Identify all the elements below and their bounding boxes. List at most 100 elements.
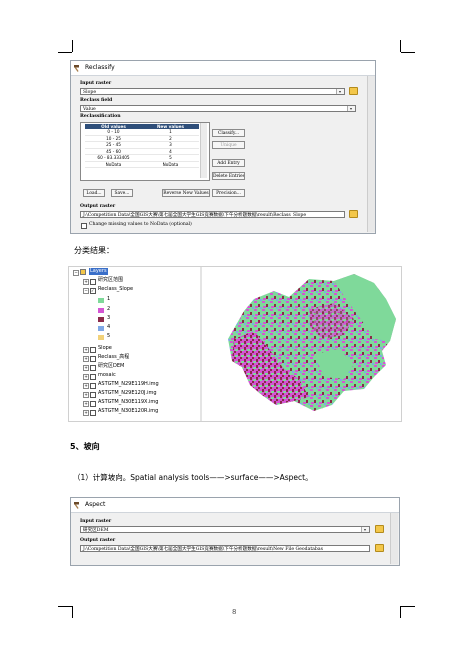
section-heading: 5、坡向 <box>70 442 100 451</box>
legend-swatch <box>98 326 104 331</box>
load-button[interactable]: Load... <box>83 189 105 197</box>
toc-layer-label[interactable]: 研究区DEM <box>98 363 124 370</box>
layer-visibility-checkbox[interactable] <box>90 365 96 371</box>
legend-label: 5 <box>107 333 111 339</box>
output-raster-input[interactable]: J:\Competition Data\全国GIS大赛\第七届全国大学生GIS竞… <box>80 211 345 218</box>
output-raster-value: J:\Competition Data\全国GIS大赛\第七届全国大学生GIS竞… <box>83 213 307 218</box>
layer-visibility-checkbox[interactable] <box>90 392 96 398</box>
expand-toggle[interactable]: + <box>83 392 89 398</box>
input-raster-value: 研究区DEM <box>83 528 109 533</box>
output-raster-input[interactable]: J:\Competition Data\全国GIS大赛\第七届全国大学生GIS竞… <box>80 545 370 552</box>
layer-visibility-checkbox[interactable] <box>90 383 96 389</box>
legend-swatch <box>98 335 104 340</box>
toc-layer-label[interactable]: ASTGTM_N29E120J.img <box>98 390 157 397</box>
expand-toggle[interactable]: + <box>83 374 89 380</box>
classification-result-text: 分类结果： <box>74 246 114 255</box>
dialog-scrollbar[interactable] <box>367 76 375 232</box>
output-raster-label: Output raster <box>80 538 116 543</box>
save-button[interactable]: Save... <box>111 189 133 197</box>
folder-open-icon[interactable] <box>375 525 384 533</box>
toc-layer-label[interactable]: mosaic <box>98 372 116 379</box>
legend-swatch <box>98 317 104 322</box>
reverse-new-values-button[interactable]: Reverse New Values <box>162 189 210 197</box>
dialog-scrollbar[interactable] <box>390 513 398 564</box>
reclass-field-value: Value <box>83 107 96 112</box>
dialog-title-bar: Reclassify <box>71 61 375 76</box>
toc-layer-label[interactable]: Reclass_高程 <box>98 354 129 361</box>
toc-divider[interactable] <box>200 267 202 421</box>
legend-swatch <box>98 308 104 313</box>
crop-mark <box>401 606 415 607</box>
dialog-title: Aspect <box>85 501 106 508</box>
step-instruction-text: （1）计算坡向。Spatial analysis tools——>surface… <box>73 473 313 482</box>
expand-toggle[interactable]: − <box>83 288 89 294</box>
toc-layer-label[interactable]: ASTGTM_N30E120R.img <box>98 408 158 415</box>
chevron-down-icon[interactable] <box>336 89 344 94</box>
toc-layer-label[interactable]: 研究区范围 <box>98 277 123 284</box>
expand-toggle[interactable]: + <box>83 279 89 285</box>
expand-toggle[interactable]: + <box>83 401 89 407</box>
table-row[interactable]: NoData NoData <box>85 161 199 168</box>
crop-mark <box>72 606 73 618</box>
layers-root-label[interactable]: Layers <box>89 268 108 275</box>
layer-visibility-checkbox[interactable]: ✓ <box>90 288 96 294</box>
reclassification-label: Reclassification <box>80 114 121 119</box>
nodata-checkbox[interactable] <box>81 223 87 229</box>
expand-toggle[interactable]: + <box>83 365 89 371</box>
layer-visibility-checkbox[interactable] <box>90 279 96 285</box>
crop-mark <box>400 606 401 618</box>
folder-open-icon[interactable] <box>349 87 358 95</box>
layer-visibility-checkbox[interactable] <box>90 374 96 380</box>
delete-entries-button[interactable]: Delete Entries <box>212 172 245 180</box>
expand-toggle[interactable]: + <box>83 383 89 389</box>
expand-toggle[interactable]: − <box>73 270 79 276</box>
old-value-cell[interactable]: NoData <box>85 161 142 168</box>
aspect-dialog: Aspect Input raster 研究区DEM Output raster… <box>70 497 400 566</box>
input-raster-select[interactable]: 研究区DEM <box>80 526 370 533</box>
crop-mark <box>72 40 73 52</box>
reclass-slope-map[interactable] <box>214 269 399 419</box>
precision-button[interactable]: Precision... <box>212 189 245 197</box>
layer-visibility-checkbox[interactable] <box>90 401 96 407</box>
crop-mark <box>400 40 401 52</box>
hammer-icon <box>74 502 79 509</box>
classify-button[interactable]: Classify... <box>212 129 245 137</box>
unique-button[interactable]: Unique <box>212 141 245 149</box>
toc-layer-label[interactable]: ASTGTM_N30E119X.img <box>98 399 158 406</box>
hammer-icon <box>74 65 79 72</box>
input-raster-label: Input raster <box>80 519 112 524</box>
layer-visibility-checkbox[interactable] <box>90 347 96 353</box>
legend-label: 1 <box>107 296 111 302</box>
toc-and-map-panel: − Layers + 研究区范围 − ✓ Reclass_Slope 1 2 3… <box>68 266 402 422</box>
reclass-field-select[interactable]: Value <box>80 105 356 112</box>
legend-label: 2 <box>107 306 111 312</box>
layer-visibility-checkbox[interactable] <box>90 410 96 416</box>
toc-layer-label[interactable]: ASTGTM_N29E119H.img <box>98 381 159 388</box>
chevron-down-icon[interactable] <box>347 106 355 111</box>
folder-open-icon[interactable] <box>349 210 358 218</box>
expand-toggle[interactable]: + <box>83 410 89 416</box>
expand-toggle[interactable]: + <box>83 347 89 353</box>
nodata-checkbox-label: Change missing values to NoData (optiona… <box>89 222 192 227</box>
chevron-down-icon[interactable] <box>361 527 369 532</box>
toc-layer-label[interactable]: Reclass_Slope <box>98 286 133 293</box>
expand-toggle[interactable]: + <box>83 356 89 362</box>
legend-label: 4 <box>107 324 111 330</box>
add-entry-button[interactable]: Add Entry <box>212 159 245 167</box>
output-raster-value: J:\Competition Data\全国GIS大赛\第七届全国大学生GIS竞… <box>83 547 323 552</box>
input-raster-label: Input raster <box>80 81 112 86</box>
table-scrollbar[interactable] <box>200 123 207 178</box>
new-value-cell[interactable]: NoData <box>142 161 199 168</box>
reclass-field-label: Reclass field <box>80 98 113 103</box>
input-raster-select[interactable]: Slope <box>80 88 345 95</box>
legend-label: 3 <box>107 315 111 321</box>
toc-layer-label[interactable]: Slope <box>98 345 112 352</box>
crop-mark <box>58 52 72 53</box>
layer-visibility-checkbox[interactable] <box>90 356 96 362</box>
reclassify-dialog: Reclassify Input raster Slope Reclass fi… <box>70 60 376 234</box>
input-raster-value: Slope <box>83 90 97 95</box>
folder-open-icon[interactable] <box>375 544 384 552</box>
legend-swatch <box>98 298 104 303</box>
page-number: 8 <box>232 608 237 616</box>
crop-mark <box>401 52 415 53</box>
